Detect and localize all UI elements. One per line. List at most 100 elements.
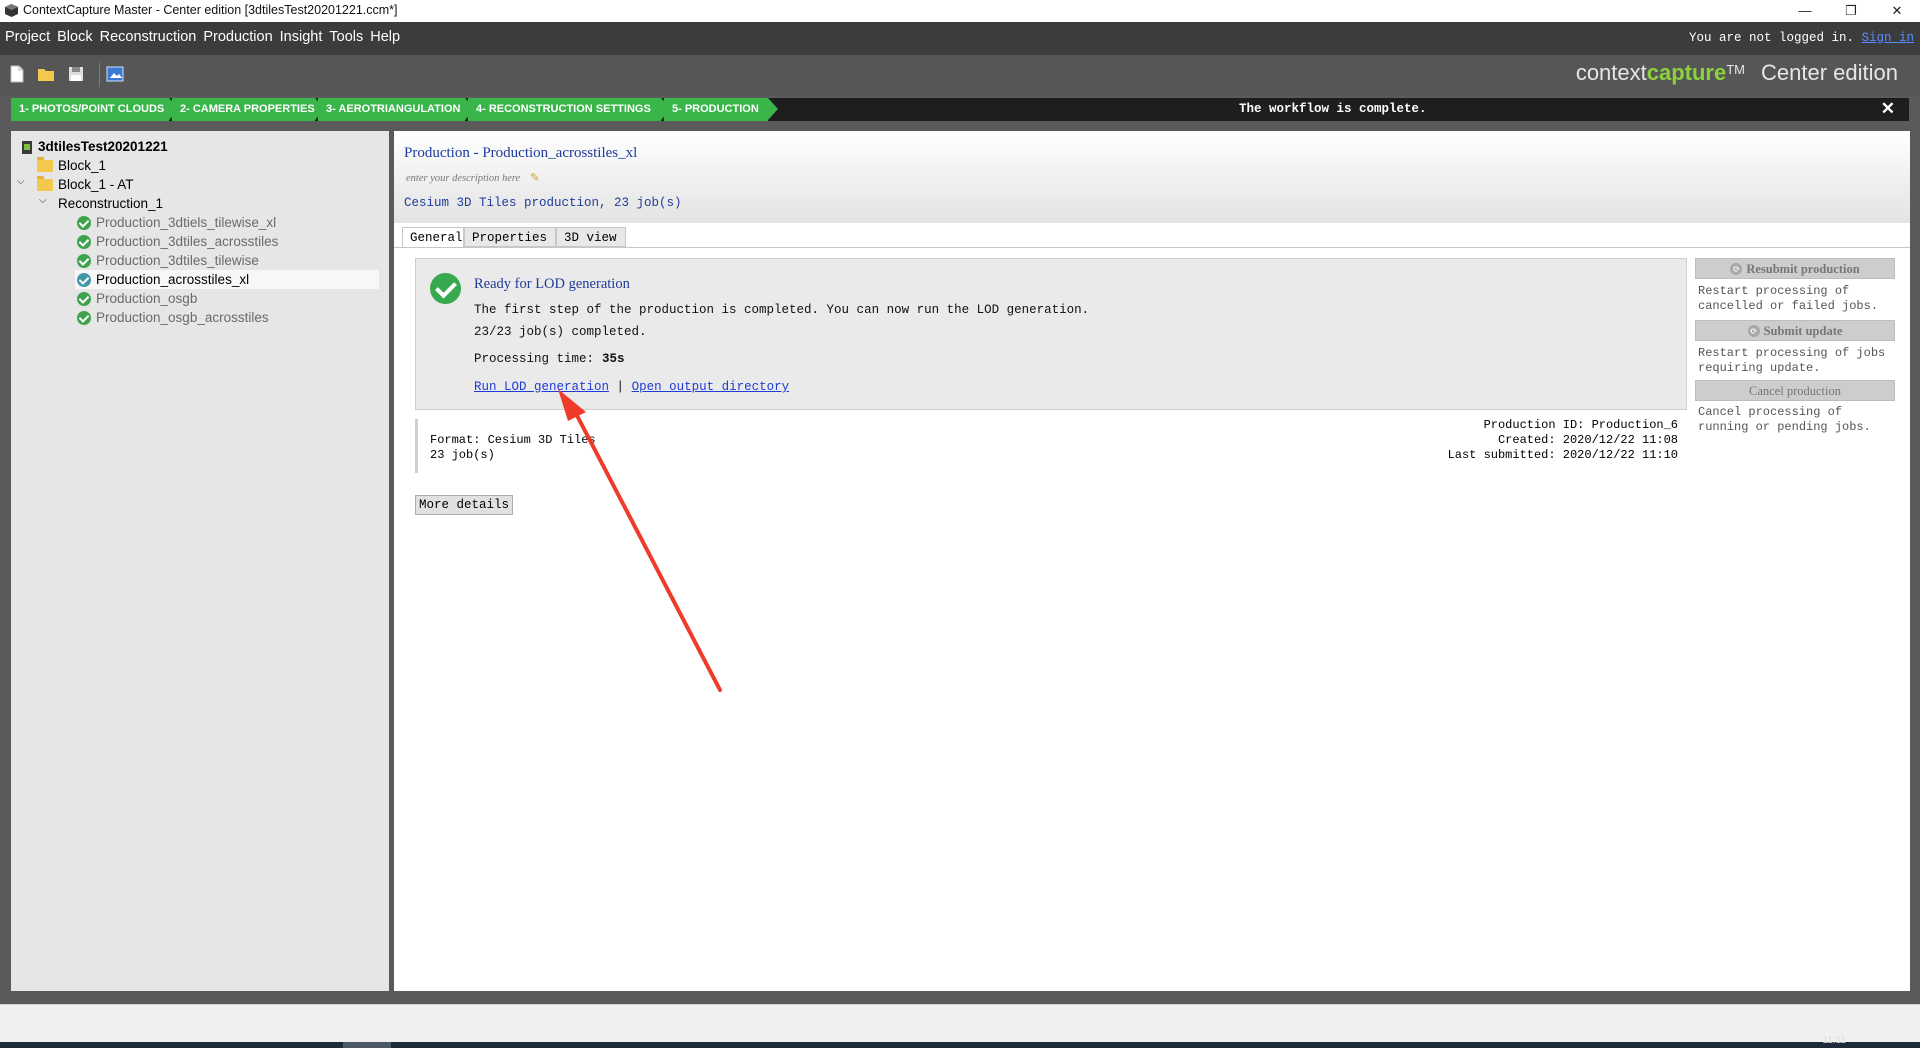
app-logo-icon [5, 4, 18, 17]
production-description[interactable]: enter your description here ✎ [406, 171, 539, 184]
tree-production-label: Production_acrosstiles_xl [96, 272, 250, 287]
created-date: Created: 2020/12/22 11:08 [1497, 433, 1678, 447]
save-project-icon[interactable] [66, 64, 86, 84]
minimize-button[interactable]: — [1782, 0, 1828, 22]
check-icon [77, 292, 91, 307]
tab-general[interactable]: General [402, 227, 464, 248]
menu-block[interactable]: Block [55, 22, 94, 52]
more-details-button[interactable]: More details [415, 495, 514, 515]
status-links: Run LOD generation | Open output directo… [474, 380, 789, 394]
last-submitted-date: Last submitted: 2020/12/22 11:10 [1447, 448, 1678, 462]
tree-reconstruction-label: Reconstruction_1 [58, 196, 164, 211]
new-project-icon[interactable] [7, 64, 27, 84]
format-text: Format: Cesium 3D Tiles [430, 433, 596, 447]
brand-context: context [1575, 60, 1647, 85]
status-bar [0, 1004, 1920, 1043]
brand-capture: capture [1646, 60, 1727, 85]
run-lod-generation-link[interactable]: Run LOD generation [474, 380, 609, 394]
tree-item-production[interactable]: Production_3dtiles_acrosstiles [77, 232, 278, 251]
check-icon [77, 235, 91, 250]
pencil-icon[interactable]: ✎ [530, 172, 539, 184]
taskbar-active-app[interactable] [343, 1042, 391, 1048]
check-icon [77, 273, 91, 288]
chevron-down-icon[interactable]: ⌵ [17, 176, 25, 187]
production-panel: Production - Production_acrosstiles_xl e… [394, 131, 1910, 991]
production-details: Format: Cesium 3D Tiles 23 job(s) Produc… [415, 418, 1688, 473]
screenshot-icon[interactable] [105, 64, 125, 84]
tree-item-production[interactable]: Production_3dtiles_tilewise [77, 251, 259, 270]
tab-3d-view[interactable]: 3D view [556, 227, 626, 247]
tree-item-block1-at[interactable]: Block_1 - AT [37, 175, 134, 194]
project-tree: 3dtilesTest20201221 Block_1 ⌵ Block_1 - … [11, 131, 389, 991]
tree-production-label: Production_3dtiles_tilewise [96, 253, 259, 268]
workflow-step-aerotriangulation[interactable]: 3- AEROTRIANGULATION [318, 98, 475, 121]
status-message: The first step of the production is comp… [474, 303, 1090, 317]
brand-logo: contextcaptureTM Center edition [1576, 60, 1898, 86]
check-icon [77, 311, 91, 326]
menu-tools[interactable]: Tools [327, 22, 365, 52]
production-title: Production - Production_acrosstiles_xl [404, 145, 638, 161]
production-header: Production - Production_acrosstiles_xl e… [394, 131, 1910, 223]
tree-root-label: 3dtilesTest20201221 [38, 139, 168, 154]
resubmit-label: Resubmit production [1746, 262, 1860, 276]
open-output-directory-link[interactable]: Open output directory [632, 380, 790, 394]
tree-item-production[interactable]: Production_osgb [77, 289, 197, 308]
workflow-step-production[interactable]: 5- PRODUCTION [664, 98, 778, 121]
sign-in-link[interactable]: Sign in [1861, 31, 1914, 45]
open-project-icon[interactable] [36, 64, 56, 84]
tab-divider [394, 247, 1910, 248]
check-icon [77, 216, 91, 231]
link-separator: | [616, 380, 625, 394]
tree-item-production-selected[interactable]: Production_acrosstiles_xl [75, 270, 379, 289]
tree-production-label: Production_3dtiles_acrosstiles [96, 234, 279, 249]
submit-update-button[interactable]: ⟳ Submit update [1695, 320, 1895, 341]
cancel-description: Cancel processing of running or pending … [1698, 405, 1871, 434]
workflow-step-reconstruction[interactable]: 4- RECONSTRUCTION SETTINGS [468, 98, 671, 121]
jobs-completed: 23/23 job(s) completed. [474, 325, 647, 339]
success-check-icon [430, 273, 461, 304]
toolbar-separator [99, 63, 100, 87]
production-id: Production ID: Production_6 [1483, 418, 1678, 432]
menu-help[interactable]: Help [368, 22, 402, 52]
status-box: Ready for LOD generation The first step … [415, 258, 1687, 410]
window-title: ContextCapture Master - Center edition [… [23, 3, 398, 17]
workflow-status: The workflow is complete. [1239, 102, 1427, 116]
tree-root-project[interactable]: 3dtilesTest20201221 [21, 137, 168, 156]
menu-project[interactable]: Project [3, 22, 52, 52]
menu-production[interactable]: Production [201, 22, 274, 52]
cancel-production-button[interactable]: Cancel production [1695, 380, 1895, 401]
processing-time-value: 35s [602, 352, 625, 366]
tree-production-label: Production_osgb [96, 291, 198, 306]
project-icon [22, 140, 32, 154]
tree-production-label: Production_3dtiels_tilewise_xl [96, 215, 277, 230]
tree-item-reconstruction[interactable]: Reconstruction_1 [58, 194, 163, 213]
close-window-button[interactable]: ✕ [1874, 0, 1920, 22]
tree-item-block1[interactable]: Block_1 [37, 156, 106, 175]
chevron-down-icon[interactable]: ⌵ [39, 195, 47, 206]
tree-item-production[interactable]: Production_3dtiels_tilewise_xl [77, 213, 276, 232]
refresh-icon: ⟳ [1747, 325, 1760, 338]
workflow-step-camera[interactable]: 2- CAMERA PROPERTIES [172, 98, 325, 121]
title-bar: ContextCapture Master - Center edition [… [0, 0, 1920, 22]
restore-button[interactable]: ❐ [1828, 0, 1874, 22]
menu-insight[interactable]: Insight [278, 22, 325, 52]
processing-time: Processing time: 35s [474, 352, 625, 366]
workflow-step-photos[interactable]: 1- PHOTOS/POINT CLOUDS [11, 98, 179, 121]
status-title: Ready for LOD generation [474, 276, 630, 292]
submit-update-label: Submit update [1763, 324, 1843, 338]
brand-edition: Center edition [1761, 60, 1898, 85]
menu-reconstruction[interactable]: Reconstruction [98, 22, 199, 52]
workflow-close-button[interactable]: ✕ [1881, 99, 1895, 119]
tree-block1-label: Block_1 [58, 158, 107, 173]
description-placeholder: enter your description here [406, 173, 521, 184]
os-taskbar: 11:11 [0, 1035, 1920, 1048]
login-status: You are not logged in. Sign in [1689, 31, 1914, 45]
tree-production-label: Production_osgb_acrosstiles [96, 310, 269, 325]
resubmit-production-button[interactable]: ⟳ Resubmit production [1695, 258, 1895, 279]
tab-properties[interactable]: Properties [464, 227, 556, 247]
submit-update-description: Restart processing of jobs requiring upd… [1698, 346, 1886, 375]
resubmit-description: Restart processing of cancelled or faile… [1698, 284, 1879, 313]
workflow-bar: 1- PHOTOS/POINT CLOUDS 2- CAMERA PROPERT… [11, 98, 1909, 121]
login-status-text: You are not logged in. [1688, 31, 1854, 45]
tree-item-production[interactable]: Production_osgb_acrosstiles [77, 308, 269, 327]
